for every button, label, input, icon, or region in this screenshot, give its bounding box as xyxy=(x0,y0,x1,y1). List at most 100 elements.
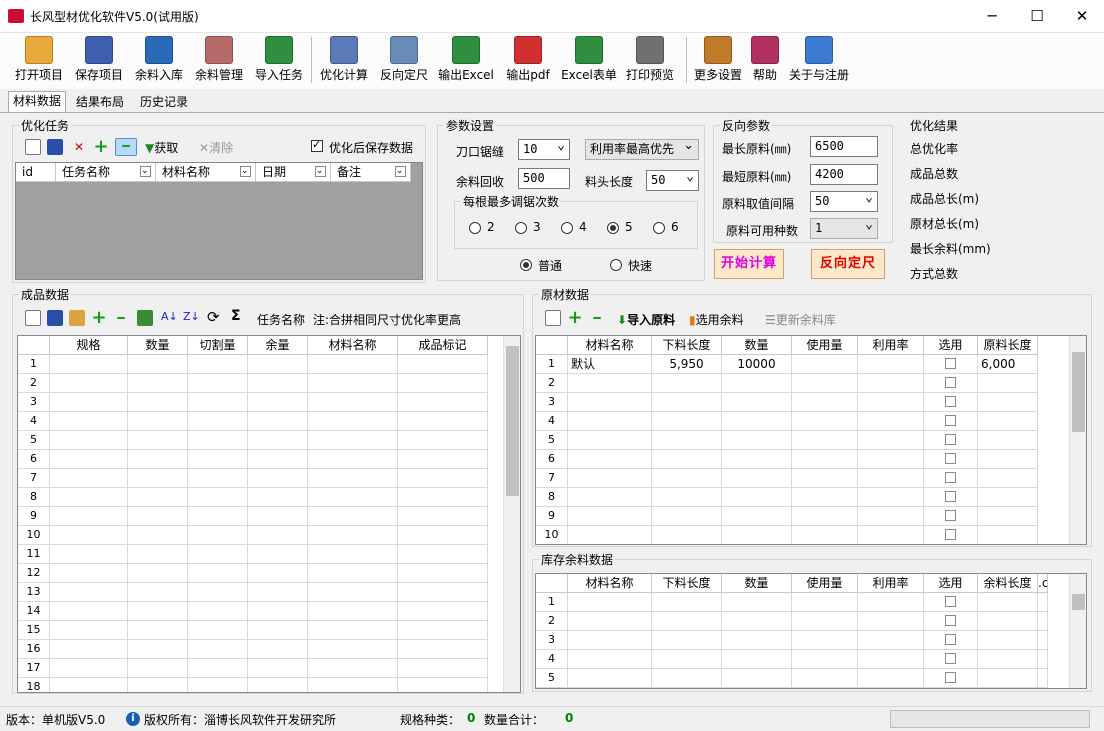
table-cell[interactable] xyxy=(792,650,858,668)
rate-cell[interactable] xyxy=(858,526,924,544)
stock-col-header[interactable]: 利用率 xyxy=(858,574,924,592)
table-row[interactable]: 15 xyxy=(18,621,488,640)
table-cell[interactable] xyxy=(398,526,488,544)
close-button[interactable]: ✕ xyxy=(1059,0,1104,32)
quantity-cell[interactable] xyxy=(722,374,792,392)
table-cell[interactable] xyxy=(128,507,188,525)
add-icon[interactable]: + xyxy=(567,309,583,327)
filter-checkbox[interactable]: ⌄ xyxy=(140,166,151,177)
table-cell[interactable] xyxy=(248,621,308,639)
table-row[interactable]: 13 xyxy=(18,583,488,602)
save-icon[interactable] xyxy=(47,139,63,155)
material-name-cell[interactable] xyxy=(568,526,652,544)
table-cell[interactable] xyxy=(50,412,128,430)
table-cell[interactable] xyxy=(188,564,248,582)
usage-cell[interactable] xyxy=(792,412,858,430)
table-cell[interactable] xyxy=(308,659,398,677)
usage-cell[interactable] xyxy=(792,526,858,544)
table-cell[interactable] xyxy=(50,545,128,563)
table-row[interactable]: 18 xyxy=(18,678,488,692)
table-cell[interactable] xyxy=(128,564,188,582)
table-cell[interactable] xyxy=(308,678,398,692)
table-cell[interactable] xyxy=(188,545,248,563)
cut-length-cell[interactable] xyxy=(652,431,722,449)
table-cell[interactable] xyxy=(308,450,398,468)
table-cell[interactable] xyxy=(308,469,398,487)
select-checkbox[interactable] xyxy=(945,453,956,464)
toolbar-stock-in-button[interactable]: 余料入库 xyxy=(130,33,188,89)
table-cell[interactable] xyxy=(248,450,308,468)
select-checkbox[interactable] xyxy=(945,358,956,369)
table-row[interactable]: 3 xyxy=(536,631,1048,650)
table-cell[interactable] xyxy=(50,602,128,620)
table-row[interactable]: 5 xyxy=(18,431,488,450)
table-cell[interactable] xyxy=(128,431,188,449)
cut-length-cell[interactable] xyxy=(652,450,722,468)
kerf-select[interactable]: 10 xyxy=(518,136,570,160)
table-row[interactable]: 11 xyxy=(18,545,488,564)
raw-col-header[interactable]: 数量 xyxy=(722,336,792,354)
import-raw-button[interactable]: ⬇导入原料 xyxy=(617,311,675,328)
quantity-cell[interactable] xyxy=(722,526,792,544)
table-row[interactable]: 4 xyxy=(536,650,1048,669)
table-row[interactable]: 2 xyxy=(536,374,1038,393)
toolbar-reverse-size-button[interactable]: 反向定尺 xyxy=(376,33,432,89)
table-row[interactable]: 5 xyxy=(536,431,1038,450)
table-cell[interactable] xyxy=(128,583,188,601)
speed-normal-radio[interactable] xyxy=(520,259,532,271)
table-cell[interactable] xyxy=(188,583,248,601)
table-row[interactable]: 10 xyxy=(18,526,488,545)
table-cell[interactable] xyxy=(248,564,308,582)
table-cell[interactable] xyxy=(308,507,398,525)
table-cell[interactable] xyxy=(308,621,398,639)
step-select[interactable]: 50 xyxy=(810,188,878,212)
head-select[interactable]: 50 xyxy=(646,167,699,191)
table-cell[interactable] xyxy=(398,431,488,449)
toolbar-help-book-button[interactable]: 帮助 xyxy=(750,33,780,89)
table-row[interactable]: 17 xyxy=(18,659,488,678)
raw-col-header[interactable]: 原料长度 xyxy=(978,336,1038,354)
rate-cell[interactable] xyxy=(858,450,924,468)
table-cell[interactable] xyxy=(398,393,488,411)
table-cell[interactable] xyxy=(792,612,858,630)
quantity-cell[interactable] xyxy=(722,431,792,449)
table-cell[interactable] xyxy=(858,631,924,649)
material-name-cell[interactable] xyxy=(568,450,652,468)
table-row[interactable]: 3 xyxy=(536,393,1038,412)
table-cell[interactable] xyxy=(188,374,248,392)
quantity-cell[interactable] xyxy=(722,488,792,506)
table-cell[interactable] xyxy=(978,612,1038,630)
kinds-select[interactable]: 1 xyxy=(810,215,878,239)
table-cell[interactable] xyxy=(652,593,722,611)
table-cell[interactable] xyxy=(248,545,308,563)
minimize-button[interactable]: ─ xyxy=(969,0,1015,32)
table-cell[interactable] xyxy=(50,583,128,601)
table-cell[interactable] xyxy=(128,450,188,468)
raw-col-header[interactable]: 选用 xyxy=(924,336,978,354)
toolbar-excel-export-button[interactable]: 输出Excel xyxy=(436,33,496,89)
raw-col-header[interactable]: 利用率 xyxy=(858,336,924,354)
task-col-header[interactable]: 日期 ⌄ xyxy=(256,163,331,181)
table-cell[interactable] xyxy=(50,450,128,468)
table-cell[interactable] xyxy=(128,412,188,430)
product-col-header[interactable]: 余量 xyxy=(248,336,308,354)
quantity-cell[interactable] xyxy=(722,393,792,411)
table-cell[interactable] xyxy=(858,593,924,611)
table-cell[interactable] xyxy=(248,602,308,620)
table-row[interactable]: 1 xyxy=(18,355,488,374)
stock-col-header[interactable]: 选用 xyxy=(924,574,978,592)
raw-length-cell[interactable] xyxy=(978,431,1038,449)
table-cell[interactable] xyxy=(308,583,398,601)
material-name-cell[interactable] xyxy=(568,488,652,506)
table-cell[interactable] xyxy=(1038,650,1048,668)
table-cell[interactable] xyxy=(188,412,248,430)
table-cell[interactable] xyxy=(248,659,308,677)
product-table[interactable]: 规格 数量 切割量 余量 材料名称 成品标记 1 2 3 4 5 6 7 8 9 10 11 12 13 14 15 1… xyxy=(17,335,521,693)
table-cell[interactable] xyxy=(722,669,792,687)
table-row[interactable]: 12 xyxy=(18,564,488,583)
cut-length-cell[interactable] xyxy=(652,393,722,411)
scroll-thumb[interactable] xyxy=(1072,594,1085,610)
table-cell[interactable] xyxy=(50,659,128,677)
rate-cell[interactable] xyxy=(858,374,924,392)
table-cell[interactable] xyxy=(50,393,128,411)
